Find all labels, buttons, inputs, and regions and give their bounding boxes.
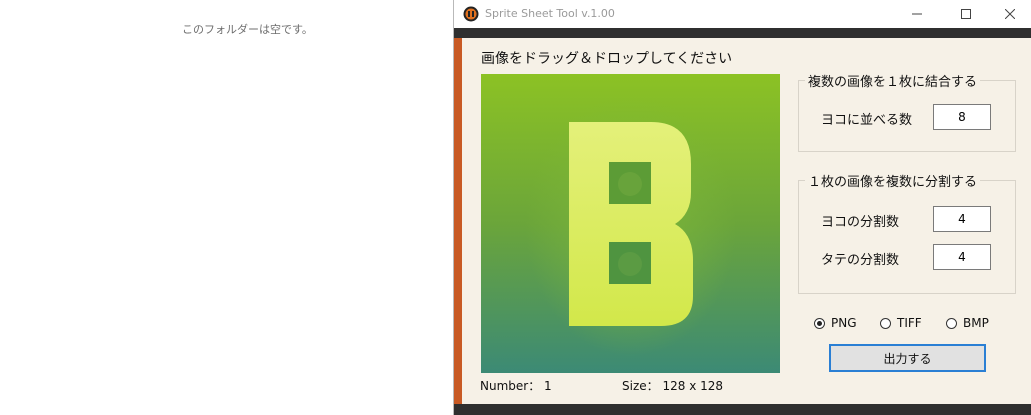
split-rows-label: タテの分割数 <box>821 253 900 268</box>
combine-legend: 複数の画像を１枚に結合する <box>805 71 981 90</box>
image-drop-area[interactable] <box>481 74 780 373</box>
format-label-tiff: TIFF <box>897 316 922 330</box>
image-number: Number： 1 <box>480 377 552 394</box>
image-size: Size： 128 x 128 <box>622 377 723 394</box>
close-button[interactable] <box>987 0 1031 28</box>
accent-bar <box>454 38 462 404</box>
size-value: 128 x 128 <box>662 379 724 393</box>
minimize-icon <box>912 13 922 15</box>
sprite-sheet-tool-window: Sprite Sheet Tool v.1.00 画像をドラッグ＆ドロップしてく… <box>453 0 1031 415</box>
combine-cols-input[interactable] <box>933 104 991 130</box>
number-value: 1 <box>544 379 552 393</box>
split-cols-input[interactable] <box>933 206 991 232</box>
combine-cols-label: ヨコに並べる数 <box>821 113 913 128</box>
number-label: Number： <box>480 379 541 393</box>
radio-unchecked-icon <box>946 317 957 329</box>
window-title: Sprite Sheet Tool v.1.00 <box>485 7 615 20</box>
output-button[interactable]: 出力する <box>829 344 986 372</box>
radio-checked-icon <box>814 317 825 329</box>
combine-group: 複数の画像を１枚に結合する ヨコに並べる数 <box>798 71 1016 152</box>
app-logo-icon <box>463 6 479 22</box>
format-radio-bmp[interactable]: BMP <box>946 316 989 330</box>
sprite-preview-image <box>526 96 736 356</box>
split-rows-input[interactable] <box>933 244 991 270</box>
format-label-png: PNG <box>831 316 857 330</box>
header-strip <box>454 28 1031 38</box>
split-group: １枚の画像を複数に分割する ヨコの分割数 タテの分割数 <box>798 171 1016 294</box>
maximize-icon <box>961 9 971 19</box>
radio-unchecked-icon <box>880 317 891 329</box>
split-cols-label: ヨコの分割数 <box>821 215 900 230</box>
footer-strip <box>454 404 1031 415</box>
maximize-button[interactable] <box>943 0 989 28</box>
format-radio-png[interactable]: PNG <box>814 316 857 330</box>
title-bar[interactable]: Sprite Sheet Tool v.1.00 <box>454 0 1031 28</box>
drop-instruction: 画像をドラッグ＆ドロップしてください <box>481 51 733 67</box>
format-radio-tiff[interactable]: TIFF <box>880 316 922 330</box>
size-label: Size： <box>622 379 659 393</box>
close-icon <box>1005 9 1015 19</box>
folder-empty-message: このフォルダーは空です。 <box>182 23 313 36</box>
split-legend: １枚の画像を複数に分割する <box>805 171 981 190</box>
format-label-bmp: BMP <box>963 316 989 330</box>
minimize-button[interactable] <box>894 0 940 28</box>
